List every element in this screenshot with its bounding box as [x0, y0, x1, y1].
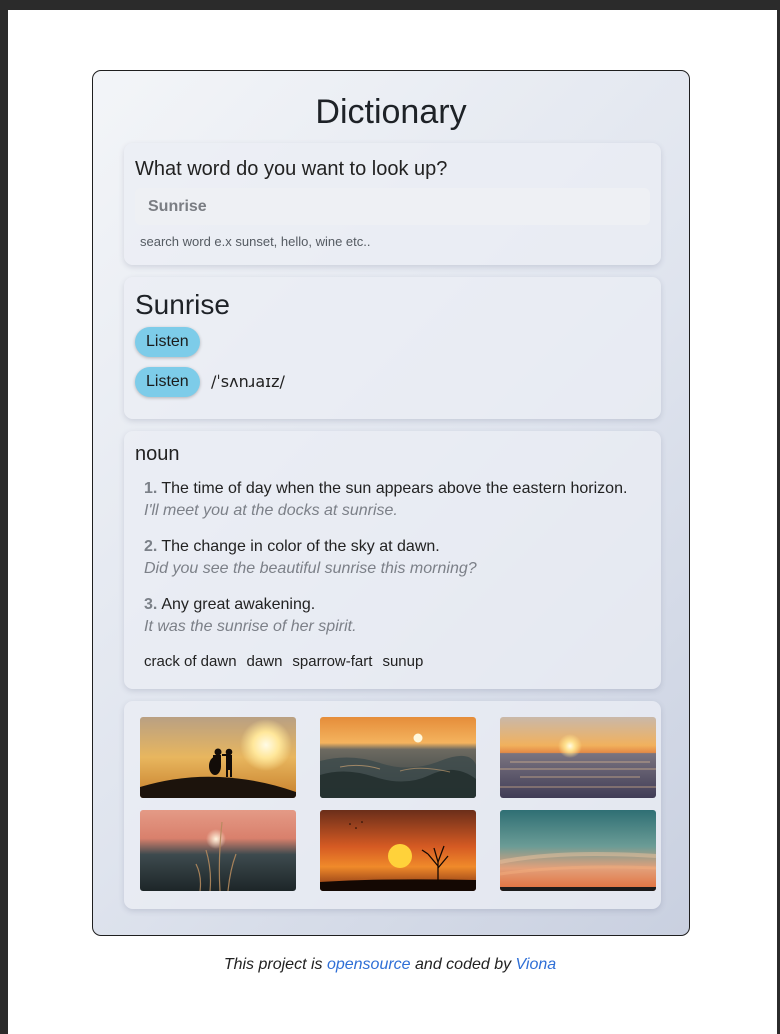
word-title: Sunrise [135, 289, 230, 320]
search-input[interactable] [135, 188, 650, 225]
search-question: What word do you want to look up? [135, 158, 448, 180]
definition-item: 3. Any great awakening. It was the sunris… [144, 595, 649, 653]
listen-button-1[interactable]: Listen [135, 327, 200, 357]
footer: This project is opensource and coded by … [223, 956, 557, 973]
synonym: dawn [246, 653, 283, 670]
definition-number: 1. [144, 480, 158, 497]
ocean-waves-sunset-photo[interactable] [320, 717, 476, 798]
search-hint: search word e.x sunset, hello, wine etc.… [140, 234, 371, 249]
synonym: sunup [382, 653, 424, 670]
definition-item: 1. The time of day when the sun appears a… [144, 479, 649, 537]
meaning-card: noun 1. The time of day when the sun appe… [124, 431, 661, 689]
opensource-link[interactable]: opensource [327, 956, 411, 973]
synonym: crack of dawn [144, 653, 237, 670]
search-card: What word do you want to look up? search… [124, 143, 661, 265]
definition-list: 1. The time of day when the sun appears a… [144, 479, 649, 653]
silhouette-couple-sunset-photo[interactable] [140, 717, 296, 798]
photos-card [124, 701, 661, 909]
definition-example: I'll meet you at the docks at sunrise. [144, 502, 398, 519]
definition-text: The change in color of the sky at dawn. [161, 538, 440, 555]
synonym-list: crack of dawn dawn sparrow-fart sunup [144, 653, 423, 670]
grass-sunset-photo[interactable] [140, 810, 296, 891]
sea-horizon-sunrise-photo[interactable] [500, 717, 656, 798]
teal-sky-sunset-photo[interactable] [500, 810, 656, 891]
author-link[interactable]: Viona [516, 956, 557, 973]
synonym: sparrow-fart [292, 653, 373, 670]
page: Dictionary What word do you want to look… [8, 10, 777, 1034]
definition-number: 3. [144, 596, 158, 613]
listen-button-2[interactable]: Listen [135, 367, 200, 397]
definition-number: 2. [144, 538, 158, 555]
tree-orange-sunset-photo[interactable] [320, 810, 476, 891]
definition-text: Any great awakening. [161, 596, 316, 613]
part-of-speech: noun [135, 443, 180, 465]
definition-item: 2. The change in color of the sky at dawn… [144, 537, 649, 595]
definition-text: The time of day when the sun appears abo… [161, 480, 628, 497]
word-card: Sunrise Listen Listen /ˈsʌnɹaɪz/ [124, 277, 661, 419]
photo-grid [140, 717, 657, 891]
definition-example: Did you see the beautiful sunrise this m… [144, 560, 477, 577]
page-title: Dictionary [315, 93, 467, 131]
definition-example: It was the sunrise of her spirit. [144, 618, 357, 635]
dictionary-container: Dictionary What word do you want to look… [92, 70, 690, 936]
phonetic-text: /ˈsʌnɹaɪz/ [211, 372, 285, 391]
